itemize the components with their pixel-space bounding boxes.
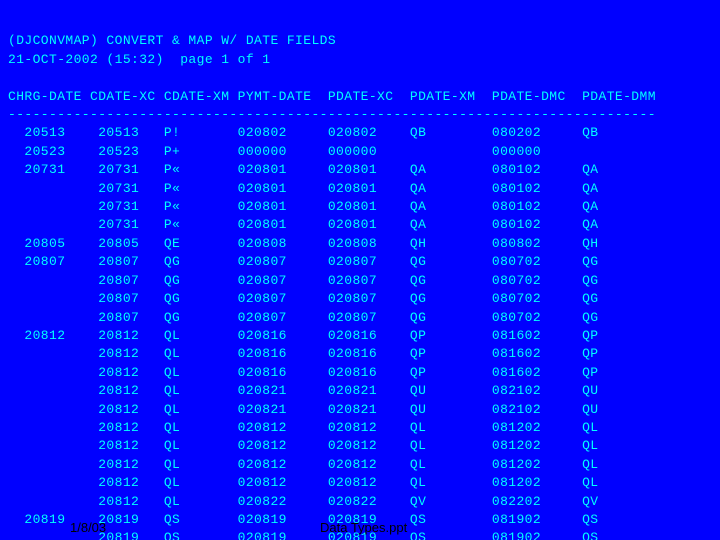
terminal-screen: (DJCONVMAP) CONVERT & MAP W/ DATE FIELDS… [0, 0, 720, 540]
separator-line: ----------------------------------------… [8, 107, 656, 122]
report-page: page 1 of 1 [180, 52, 270, 67]
report-timestamp: 21-OCT-2002 (15:32) [8, 52, 164, 67]
report-title: (DJCONVMAP) CONVERT & MAP W/ DATE FIELDS [8, 33, 336, 48]
data-rows: 20513 20513 P! 020802 020802 QB 080202 Q… [8, 125, 656, 540]
column-headers: CHRG-DATE CDATE-XC CDATE-XM PYMT-DATE PD… [8, 89, 656, 104]
